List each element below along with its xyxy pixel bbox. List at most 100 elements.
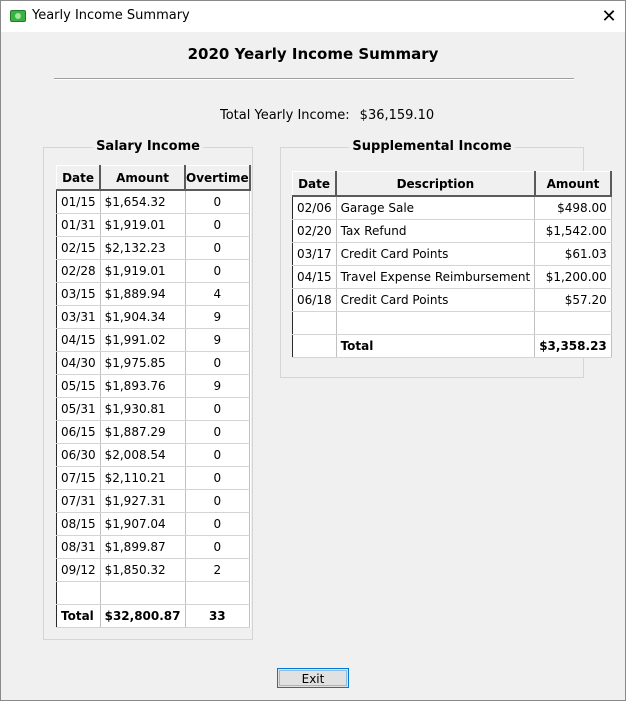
table-cell: 0 (185, 420, 251, 444)
table-cell: 04/15 (292, 265, 337, 289)
table-cell: $1,930.81 (100, 397, 186, 421)
table-row[interactable]: 02/20 Tax Refund $1,542.00 (292, 219, 612, 243)
table-row[interactable]: 02/06 Garage Sale $498.00 (292, 196, 612, 220)
empty-cell (56, 581, 101, 605)
table-row[interactable]: 06/18 Credit Card Points $57.20 (292, 288, 612, 312)
table-cell: $1,927.31 (100, 489, 186, 513)
table-row[interactable]: 02/15 $2,132.23 0 (56, 236, 251, 260)
table-cell: 02/20 (292, 219, 337, 243)
empty-cell (336, 311, 536, 335)
table-cell: 07/31 (56, 489, 101, 513)
table-cell: $1,887.29 (100, 420, 186, 444)
total-cell: Total (336, 334, 536, 358)
table-cell: 01/31 (56, 213, 101, 237)
table-cell: $1,919.01 (100, 259, 186, 283)
table-row[interactable]: 06/30 $2,008.54 0 (56, 443, 251, 467)
supplemental-table-body: 02/06 Garage Sale $498.00 02/20 Tax Refund $1… (292, 196, 612, 358)
table-cell: 9 (185, 374, 251, 398)
total-cell: $3,358.23 (534, 334, 612, 358)
table-row[interactable]: 02/28 $1,919.01 0 (56, 259, 251, 283)
empty-row (292, 311, 612, 335)
close-icon[interactable]: ✕ (593, 1, 625, 32)
table-row[interactable]: 09/12 $1,850.32 2 (56, 558, 251, 582)
table-cell: $2,132.23 (100, 236, 186, 260)
salary-table-body: 01/15 $1,654.32 0 01/31 $1,919.01 0 02/15 $2,13… (56, 190, 251, 628)
table-row[interactable]: 05/15 $1,893.76 9 (56, 374, 251, 398)
table-cell: 9 (185, 328, 251, 352)
total-cell (292, 334, 337, 358)
supplemental-income-group: Supplemental Income Date Description Amo… (280, 139, 613, 378)
table-cell: 07/15 (56, 466, 101, 490)
total-row: Total $32,800.87 33 (56, 604, 251, 628)
salary-income-table: Date Amount Overtime 01/15 $1,654.32 0 01/3… (56, 165, 251, 628)
table-cell: 4 (185, 282, 251, 306)
table-cell: 03/17 (292, 242, 337, 266)
table-row[interactable]: 04/30 $1,975.85 0 (56, 351, 251, 375)
table-cell: $498.00 (534, 196, 612, 220)
exit-button[interactable]: Exit (277, 668, 349, 688)
table-cell: 0 (185, 259, 251, 283)
table-cell: 04/15 (56, 328, 101, 352)
table-cell: Credit Card Points (336, 288, 536, 312)
table-row[interactable]: 03/31 $1,904.34 9 (56, 305, 251, 329)
table-cell: $57.20 (534, 288, 612, 312)
table-cell: 01/15 (56, 190, 101, 214)
total-cell: Total (56, 604, 101, 628)
total-yearly-value: $36,159.10 (359, 108, 435, 123)
table-cell: 05/15 (56, 374, 101, 398)
table-cell: $1,991.02 (100, 328, 186, 352)
table-cell: 06/18 (292, 288, 337, 312)
table-cell: Travel Expense Reimbursement (336, 265, 536, 289)
supplemental-income-title: Supplemental Income (349, 139, 515, 154)
table-header-row: Date Description Amount (292, 171, 613, 197)
title-bar[interactable]: Yearly Income Summary ✕ (1, 1, 625, 32)
table-cell: 0 (185, 489, 251, 513)
salary-income-title: Salary Income (93, 139, 203, 154)
column-header-overtime[interactable]: Overtime (184, 165, 251, 191)
table-cell: $1,200.00 (534, 265, 612, 289)
table-row[interactable]: 04/15 $1,991.02 9 (56, 328, 251, 352)
table-cell: $1,904.34 (100, 305, 186, 329)
table-cell: Credit Card Points (336, 242, 536, 266)
table-row[interactable]: 04/15 Travel Expense Reimbursement $1,200.… (292, 265, 612, 289)
table-cell: 0 (185, 397, 251, 421)
table-cell: 02/15 (56, 236, 101, 260)
window-title: Yearly Income Summary (32, 8, 190, 23)
table-row[interactable]: 08/15 $1,907.04 0 (56, 512, 251, 536)
table-cell: 0 (185, 190, 251, 214)
table-cell: $1,654.32 (100, 190, 186, 214)
column-header-date[interactable]: Date (56, 165, 102, 191)
table-cell: 04/30 (56, 351, 101, 375)
empty-cell (292, 311, 337, 335)
table-cell: 03/31 (56, 305, 101, 329)
table-row[interactable]: 08/31 $1,899.87 0 (56, 535, 251, 559)
total-cell: 33 (185, 604, 251, 628)
column-header-amount[interactable]: Amount (99, 165, 187, 191)
table-row[interactable]: 05/31 $1,930.81 0 (56, 397, 251, 421)
table-cell: $1,850.32 (100, 558, 186, 582)
table-row[interactable]: 07/15 $2,110.21 0 (56, 466, 251, 490)
table-row[interactable]: 03/15 $1,889.94 4 (56, 282, 251, 306)
table-cell: 0 (185, 466, 251, 490)
table-cell: 0 (185, 236, 251, 260)
table-cell: 2 (185, 558, 251, 582)
column-header-date[interactable]: Date (292, 171, 338, 197)
table-cell: $2,008.54 (100, 443, 186, 467)
table-cell: 03/15 (56, 282, 101, 306)
table-cell: $1,899.87 (100, 535, 186, 559)
table-row[interactable]: 06/15 $1,887.29 0 (56, 420, 251, 444)
divider (54, 78, 574, 80)
table-row[interactable]: 01/15 $1,654.32 0 (56, 190, 251, 214)
column-header-description[interactable]: Description (335, 171, 536, 197)
table-header-row: Date Amount Overtime (56, 165, 251, 191)
table-row[interactable]: 03/17 Credit Card Points $61.03 (292, 242, 612, 266)
table-cell: $1,893.76 (100, 374, 186, 398)
table-cell: 0 (185, 443, 251, 467)
empty-row (56, 581, 251, 605)
empty-cell (185, 581, 251, 605)
table-cell: $1,542.00 (534, 219, 612, 243)
column-header-amount[interactable]: Amount (534, 171, 613, 197)
table-cell: 0 (185, 535, 251, 559)
table-row[interactable]: 07/31 $1,927.31 0 (56, 489, 251, 513)
table-row[interactable]: 01/31 $1,919.01 0 (56, 213, 251, 237)
